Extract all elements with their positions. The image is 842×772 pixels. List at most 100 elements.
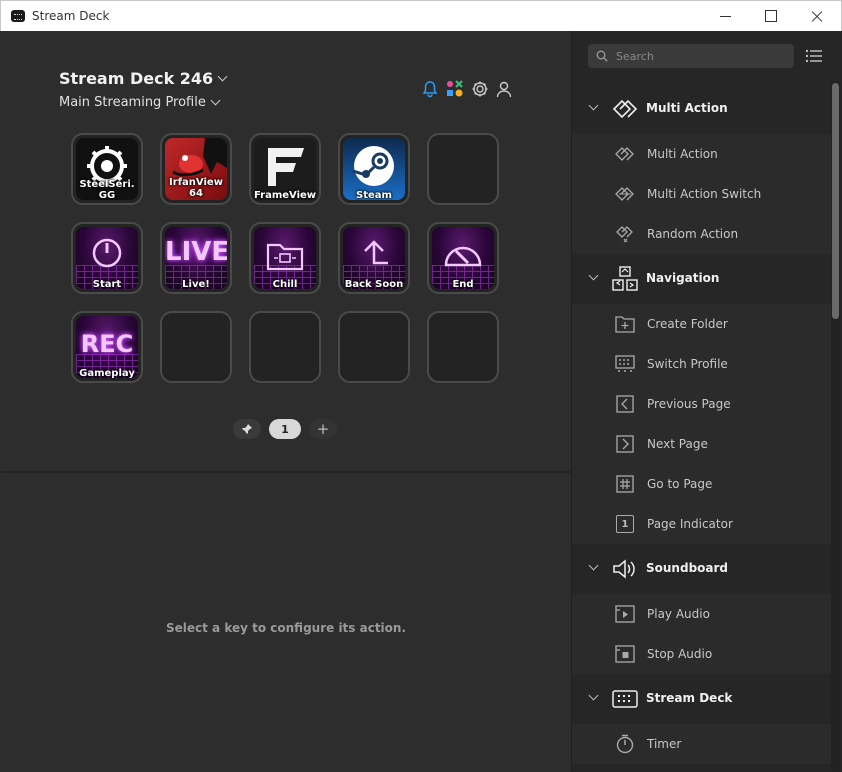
key-start[interactable]: Start	[71, 222, 143, 294]
key-empty[interactable]	[427, 133, 499, 205]
action-create-folder[interactable]: Create Folder	[572, 304, 831, 344]
category-multi-action[interactable]: Multi Action	[572, 87, 831, 131]
category-stream-deck[interactable]: Stream Deck	[572, 677, 831, 721]
action-multi-action-switch[interactable]: Multi Action Switch	[572, 174, 831, 214]
play-audio-icon	[614, 604, 636, 624]
key-irfanview[interactable]: IrfanView 64	[160, 133, 232, 205]
key-empty[interactable]	[338, 311, 410, 383]
maximize-button[interactable]	[748, 1, 794, 31]
key-label: IrfanView 64	[169, 177, 223, 199]
next-page-icon	[614, 434, 636, 454]
key-chill[interactable]: Chill	[249, 222, 321, 294]
action-label: Random Action	[647, 227, 739, 241]
action-label: Play Audio	[647, 607, 710, 621]
chevron-down-icon	[210, 95, 221, 106]
action-label: Go to Page	[647, 477, 713, 491]
profile-selector[interactable]: Main Streaming Profile	[59, 95, 221, 110]
key-empty[interactable]	[249, 311, 321, 383]
action-next-page[interactable]: Next Page	[572, 424, 831, 464]
page-controls: 1 +	[233, 419, 337, 439]
action-label: Previous Page	[647, 397, 731, 411]
key-live[interactable]: LIVE Live!	[160, 222, 232, 294]
action-switch-profile[interactable]: Switch Profile	[572, 344, 831, 384]
chevron-down-icon	[588, 560, 599, 571]
timer-icon	[614, 734, 636, 754]
key-frameview[interactable]: FrameView	[249, 133, 321, 205]
category-label: Multi Action	[646, 101, 728, 115]
key-steam[interactable]: Steam	[338, 133, 410, 205]
key-empty[interactable]	[427, 311, 499, 383]
key-back-soon[interactable]: Back Soon	[338, 222, 410, 294]
chevron-down-icon	[588, 270, 599, 281]
page-indicator-current[interactable]: 1	[269, 419, 301, 439]
search-box[interactable]	[588, 44, 794, 68]
pin-page-button[interactable]	[233, 419, 261, 439]
category-label: Navigation	[646, 271, 720, 285]
chevron-down-icon	[588, 100, 599, 111]
key-end[interactable]: End	[427, 222, 499, 294]
action-play-audio[interactable]: Play Audio	[572, 594, 831, 634]
search-input[interactable]	[616, 49, 786, 63]
user-account-icon[interactable]	[495, 80, 513, 98]
action-label: Timer	[647, 737, 682, 751]
action-label: Multi Action	[647, 147, 718, 161]
multi-action-icon	[614, 144, 636, 164]
action-go-to-page[interactable]: Go to Page	[572, 464, 831, 504]
key-label: Back Soon	[344, 279, 404, 290]
page-indicator-icon: 1	[614, 514, 636, 534]
category-label: Soundboard	[646, 561, 729, 575]
key-gameplay[interactable]: REC Gameplay	[71, 311, 143, 383]
key-empty[interactable]	[160, 311, 232, 383]
category-soundboard[interactable]: Soundboard	[572, 547, 831, 591]
category-navigation[interactable]: Navigation	[572, 257, 831, 301]
key-steelseries[interactable]: SteelSeri. GG	[71, 133, 143, 205]
navigation-icon	[612, 266, 638, 292]
action-random-action[interactable]: Random Action	[572, 214, 831, 254]
key-label: Start	[92, 279, 122, 290]
stop-audio-icon	[614, 644, 636, 664]
stream-deck-app-icon	[11, 10, 25, 22]
scrollbar-thumb[interactable]	[832, 83, 839, 319]
search-icon	[596, 50, 608, 62]
title-bar: Stream Deck	[0, 0, 842, 31]
pin-icon	[242, 424, 252, 434]
live-art-text: LIVE	[165, 237, 227, 267]
close-button[interactable]	[794, 1, 840, 31]
notification-bell-icon[interactable]	[421, 80, 439, 98]
list-view-icon[interactable]	[804, 47, 824, 65]
gear-icon[interactable]	[471, 80, 489, 98]
action-page-indicator[interactable]: 1 Page Indicator	[572, 504, 831, 544]
action-previous-page[interactable]: Previous Page	[572, 384, 831, 424]
multi-action-icon	[612, 96, 638, 122]
speaker-icon	[612, 556, 638, 582]
config-hint: Select a key to configure its action.	[165, 621, 407, 635]
action-label: Stop Audio	[647, 647, 713, 661]
previous-page-icon	[614, 394, 636, 414]
key-label: Chill	[272, 279, 298, 290]
header-toolbar	[421, 79, 513, 99]
key-label: SteelSeri. GG	[79, 179, 135, 201]
key-label: Steam	[356, 190, 392, 201]
action-timer[interactable]: Timer	[572, 724, 831, 764]
chevron-down-icon	[588, 690, 599, 701]
profile-name: Main Streaming Profile	[59, 95, 206, 110]
chevron-down-icon	[217, 71, 228, 82]
minimize-button[interactable]	[702, 1, 748, 31]
category-label: Stream Deck	[646, 691, 733, 705]
go-to-page-icon	[614, 474, 636, 494]
action-label: Next Page	[647, 437, 708, 451]
action-stop-audio[interactable]: Stop Audio	[572, 634, 831, 674]
action-label: Create Folder	[647, 317, 728, 331]
random-action-icon	[614, 224, 636, 244]
create-folder-icon	[614, 314, 636, 334]
page-indicator-glyph: 1	[616, 515, 634, 533]
action-multi-action[interactable]: Multi Action	[572, 134, 831, 174]
key-label: Live!	[182, 279, 210, 290]
device-selector[interactable]: Stream Deck 246	[59, 69, 228, 88]
rec-art-text: REC	[80, 330, 134, 358]
multi-action-switch-icon	[614, 184, 636, 204]
add-page-button[interactable]: +	[309, 419, 337, 439]
property-inspector: Select a key to configure its action.	[1, 473, 571, 772]
key-label: Gameplay	[79, 368, 135, 379]
marketplace-icon[interactable]	[445, 79, 465, 99]
